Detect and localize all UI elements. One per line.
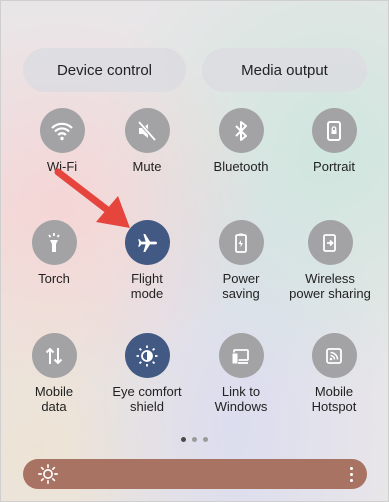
tile-label: Mobile data (34, 384, 74, 414)
tile-mobile-hotspot[interactable]: Mobile Hotspot (288, 333, 380, 414)
eye-comfort-icon (124, 333, 170, 378)
tile-bluetooth[interactable]: Bluetooth (195, 108, 287, 174)
tile-label: Flight mode (130, 271, 164, 301)
brightness-slider[interactable] (23, 459, 367, 489)
tile-mute[interactable]: Mute (101, 108, 193, 174)
tile-portrait[interactable]: Portrait (288, 108, 380, 174)
power-saving-icon (218, 220, 264, 265)
page-indicator (181, 437, 208, 442)
page-dot[interactable] (192, 437, 197, 442)
mute-icon (124, 108, 170, 153)
tile-label: Portrait (313, 159, 355, 174)
tile-mobile-data[interactable]: Mobile data (8, 333, 100, 414)
bluetooth-icon (218, 108, 264, 153)
more-options-icon[interactable] (350, 466, 353, 482)
wireless-power-sharing-icon (307, 220, 353, 265)
tile-label: Power saving (222, 271, 260, 301)
tile-link-to-windows[interactable]: Link to Windows (195, 333, 287, 414)
portrait-lock-icon (311, 108, 357, 153)
tile-label: Bluetooth (213, 159, 269, 174)
arrow-annotation-icon (54, 168, 130, 228)
mobile-data-icon (31, 333, 77, 378)
tile-label: Mobile Hotspot (311, 384, 357, 414)
device-control-button[interactable]: Device control (23, 48, 186, 92)
wifi-icon (39, 108, 85, 153)
hotspot-icon (311, 333, 357, 378)
brightness-sun-icon (37, 463, 59, 485)
tile-label: Torch (38, 271, 70, 286)
tile-wireless-power-sharing[interactable]: Wireless power sharing (284, 220, 376, 301)
page-dot[interactable] (203, 437, 208, 442)
tile-label: Eye comfort shield (112, 384, 182, 414)
tile-label: Link to Windows (214, 384, 268, 414)
link-to-windows-icon (218, 333, 264, 378)
tile-power-saving[interactable]: Power saving (195, 220, 287, 301)
tile-eye-comfort-shield[interactable]: Eye comfort shield (101, 333, 193, 414)
tile-label: Wireless power sharing (289, 271, 371, 301)
page-dot[interactable] (181, 437, 186, 442)
tile-wifi[interactable]: Wi-Fi (16, 108, 108, 174)
media-output-button[interactable]: Media output (202, 48, 367, 92)
